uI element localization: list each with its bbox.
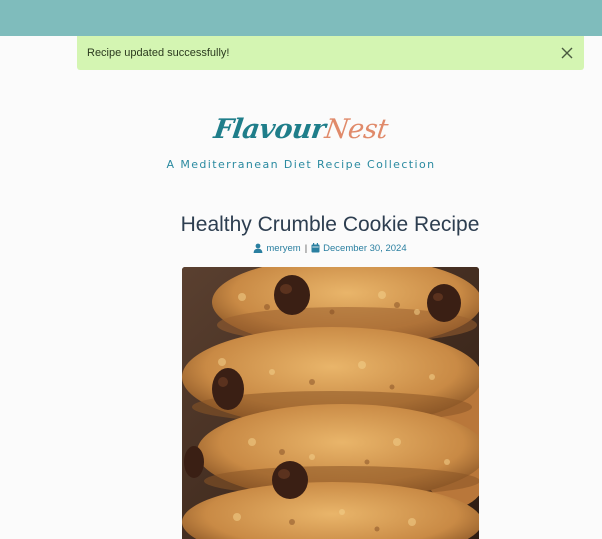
logo-part-nest: Nest [323, 114, 390, 145]
site-tagline: A Mediterranean Diet Recipe Collection [166, 158, 436, 171]
post-title: Healthy Crumble Cookie Recipe [180, 213, 480, 236]
user-icon [253, 243, 263, 254]
site-branding: FlavourNest A Mediterranean Diet Recipe … [0, 110, 602, 171]
logo-part-flavour: Flavour [212, 114, 328, 145]
success-alert: Recipe updated successfully! [77, 36, 584, 70]
close-icon[interactable] [560, 46, 574, 60]
post-author-link[interactable]: meryem [266, 243, 300, 254]
post-date: December 30, 2024 [323, 243, 407, 254]
top-navbar [0, 0, 602, 36]
alert-message: Recipe updated successfully! [87, 47, 230, 59]
meta-separator: | [304, 243, 308, 254]
post-meta: meryem | December 30, 2024 [0, 243, 602, 254]
recipe-image [182, 267, 479, 539]
site-logo[interactable]: FlavourNest [212, 110, 391, 150]
calendar-icon [311, 243, 320, 254]
